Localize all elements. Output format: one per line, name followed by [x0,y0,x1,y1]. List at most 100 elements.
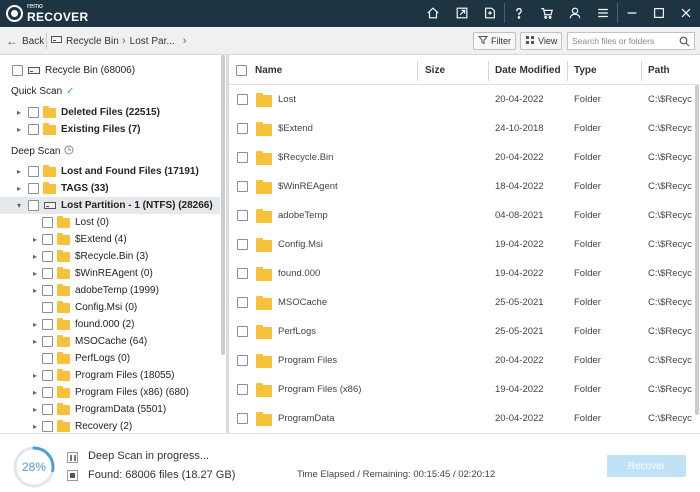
table-row[interactable]: $WinREAgent 18-04-2022 Folder C:\$Recyc [229,172,700,201]
row-checkbox[interactable] [237,152,248,163]
row-checkbox[interactable] [237,384,248,395]
table-row[interactable]: ProgramData 20-04-2022 Folder C:\$Recyc [229,404,700,433]
expand-arrow-icon[interactable]: ▸ [30,422,40,431]
row-checkbox[interactable] [237,181,248,192]
close-icon[interactable] [675,3,697,23]
tree-item-deleted-files[interactable]: ▸ Deleted Files (22515) [0,104,220,121]
checkbox[interactable] [28,183,39,194]
tree-item-partition-child[interactable]: Config.Msi (0) [0,299,220,316]
scrollbar-thumb[interactable] [695,85,699,415]
expand-arrow-icon[interactable]: ▸ [30,235,40,244]
select-all-checkbox[interactable] [236,65,247,76]
checkbox[interactable] [42,421,53,432]
expand-arrow-icon[interactable]: ▸ [14,167,24,176]
table-row[interactable]: $Recycle.Bin 20-04-2022 Folder C:\$Recyc [229,143,700,172]
export-icon[interactable] [451,3,473,23]
checkbox[interactable] [28,107,39,118]
maximize-icon[interactable] [648,3,670,23]
scrollbar-thumb[interactable] [221,55,225,355]
tree-item-existing-files[interactable]: ▸ Existing Files (7) [0,121,220,138]
expand-arrow-icon[interactable]: ▸ [30,405,40,414]
expand-arrow-icon[interactable]: ▸ [30,286,40,295]
tree-item-partition-child[interactable]: ▸ Recovery (2) [0,418,220,433]
checkbox[interactable] [42,268,53,279]
table-row[interactable]: adobeTemp 04-08-2021 Folder C:\$Recyc [229,201,700,230]
cart-icon[interactable] [536,3,558,23]
checkbox[interactable] [42,353,53,364]
table-row[interactable]: Lost 20-04-2022 Folder C:\$Recyc [229,85,700,114]
checkbox[interactable] [12,65,23,76]
row-checkbox[interactable] [237,210,248,221]
checkbox[interactable] [42,404,53,415]
search-input[interactable] [568,33,676,49]
pause-icon[interactable] [67,452,78,463]
tree-item-partition-child[interactable]: PerfLogs (0) [0,350,220,367]
expand-arrow-icon[interactable]: ▸ [30,269,40,278]
breadcrumb-recycle-bin[interactable]: Recycle Bin [51,32,119,50]
table-row[interactable]: MSOCache 25-05-2021 Folder C:\$Recyc [229,288,700,317]
table-row[interactable]: Program Files (x86) 19-04-2022 Folder C:\$R… [229,375,700,404]
save-session-icon[interactable] [479,3,501,23]
tree-item-partition-child[interactable]: ▸ found.000 (2) [0,316,220,333]
expand-arrow-icon[interactable]: ▸ [30,388,40,397]
checkbox[interactable] [42,251,53,262]
column-header-date[interactable]: Date Modified [495,55,561,85]
checkbox[interactable] [42,319,53,330]
stop-icon[interactable] [67,470,78,481]
column-header-path[interactable]: Path [648,55,670,85]
row-checkbox[interactable] [237,297,248,308]
checkbox[interactable] [28,200,39,211]
tree-item-partition-child[interactable]: ▸ $Extend (4) [0,231,220,248]
checkbox[interactable] [28,124,39,135]
table-row[interactable]: Program Files 20-04-2022 Folder C:\$Recyc [229,346,700,375]
help-icon[interactable] [508,3,530,23]
expand-arrow-icon[interactable]: ▸ [30,337,40,346]
expand-arrow-icon[interactable]: ▸ [14,184,24,193]
row-checkbox[interactable] [237,239,248,250]
table-row[interactable]: $Extend 24-10-2018 Folder C:\$Recyc [229,114,700,143]
tree-item-tags[interactable]: ▸ TAGS (33) [0,180,220,197]
tree-item-partition-child[interactable]: Lost (0) [0,214,220,231]
search-icon[interactable] [676,33,692,49]
checkbox[interactable] [42,234,53,245]
checkbox[interactable] [42,217,53,228]
expand-arrow-icon[interactable]: ▸ [30,320,40,329]
user-icon[interactable] [564,3,586,23]
minimize-icon[interactable] [621,3,643,23]
tree-item-partition-child[interactable]: ▸ adobeTemp (1999) [0,282,220,299]
column-header-size[interactable]: Size [425,55,445,85]
tree-root-recycle-bin[interactable]: Recycle Bin (68006) [0,62,220,79]
checkbox[interactable] [42,387,53,398]
checkbox[interactable] [28,166,39,177]
column-header-name[interactable]: Name [255,55,282,85]
tree-item-lost-partition[interactable]: ▾ Lost Partition - 1 (NTFS) (28266) [0,197,220,214]
tree-item-partition-child[interactable]: ▸ $Recycle.Bin (3) [0,248,220,265]
tree-item-lost-and-found[interactable]: ▸ Lost and Found Files (17191) [0,163,220,180]
tree-item-partition-child[interactable]: ▸ Program Files (x86) (680) [0,384,220,401]
table-scrollbar[interactable] [694,85,700,433]
recover-button[interactable]: Recover [607,455,686,477]
expand-arrow-icon[interactable]: ▸ [14,108,24,117]
row-checkbox[interactable] [237,123,248,134]
tree-item-partition-child[interactable]: ▸ $WinREAgent (0) [0,265,220,282]
back-button[interactable]: ← Back [3,32,47,50]
expand-arrow-icon[interactable]: ▸ [14,125,24,134]
filter-button[interactable]: Filter [473,32,516,50]
checkbox[interactable] [42,336,53,347]
expand-arrow-icon[interactable]: ▸ [30,371,40,380]
expand-arrow-icon[interactable]: ▸ [30,252,40,261]
collapse-arrow-icon[interactable]: ▾ [14,201,24,210]
checkbox[interactable] [42,285,53,296]
row-checkbox[interactable] [237,413,248,424]
tree-item-partition-child[interactable]: ▸ Program Files (18055) [0,367,220,384]
column-header-type[interactable]: Type [574,55,597,85]
table-row[interactable]: PerfLogs 25-05-2021 Folder C:\$Recyc [229,317,700,346]
row-checkbox[interactable] [237,326,248,337]
checkbox[interactable] [42,370,53,381]
checkbox[interactable] [42,302,53,313]
table-row[interactable]: found.000 19-04-2022 Folder C:\$Recyc [229,259,700,288]
breadcrumb-lost-partition[interactable]: › Lost Par... › [122,32,186,50]
view-button[interactable]: View [520,32,563,50]
home-icon[interactable] [422,3,444,23]
row-checkbox[interactable] [237,268,248,279]
